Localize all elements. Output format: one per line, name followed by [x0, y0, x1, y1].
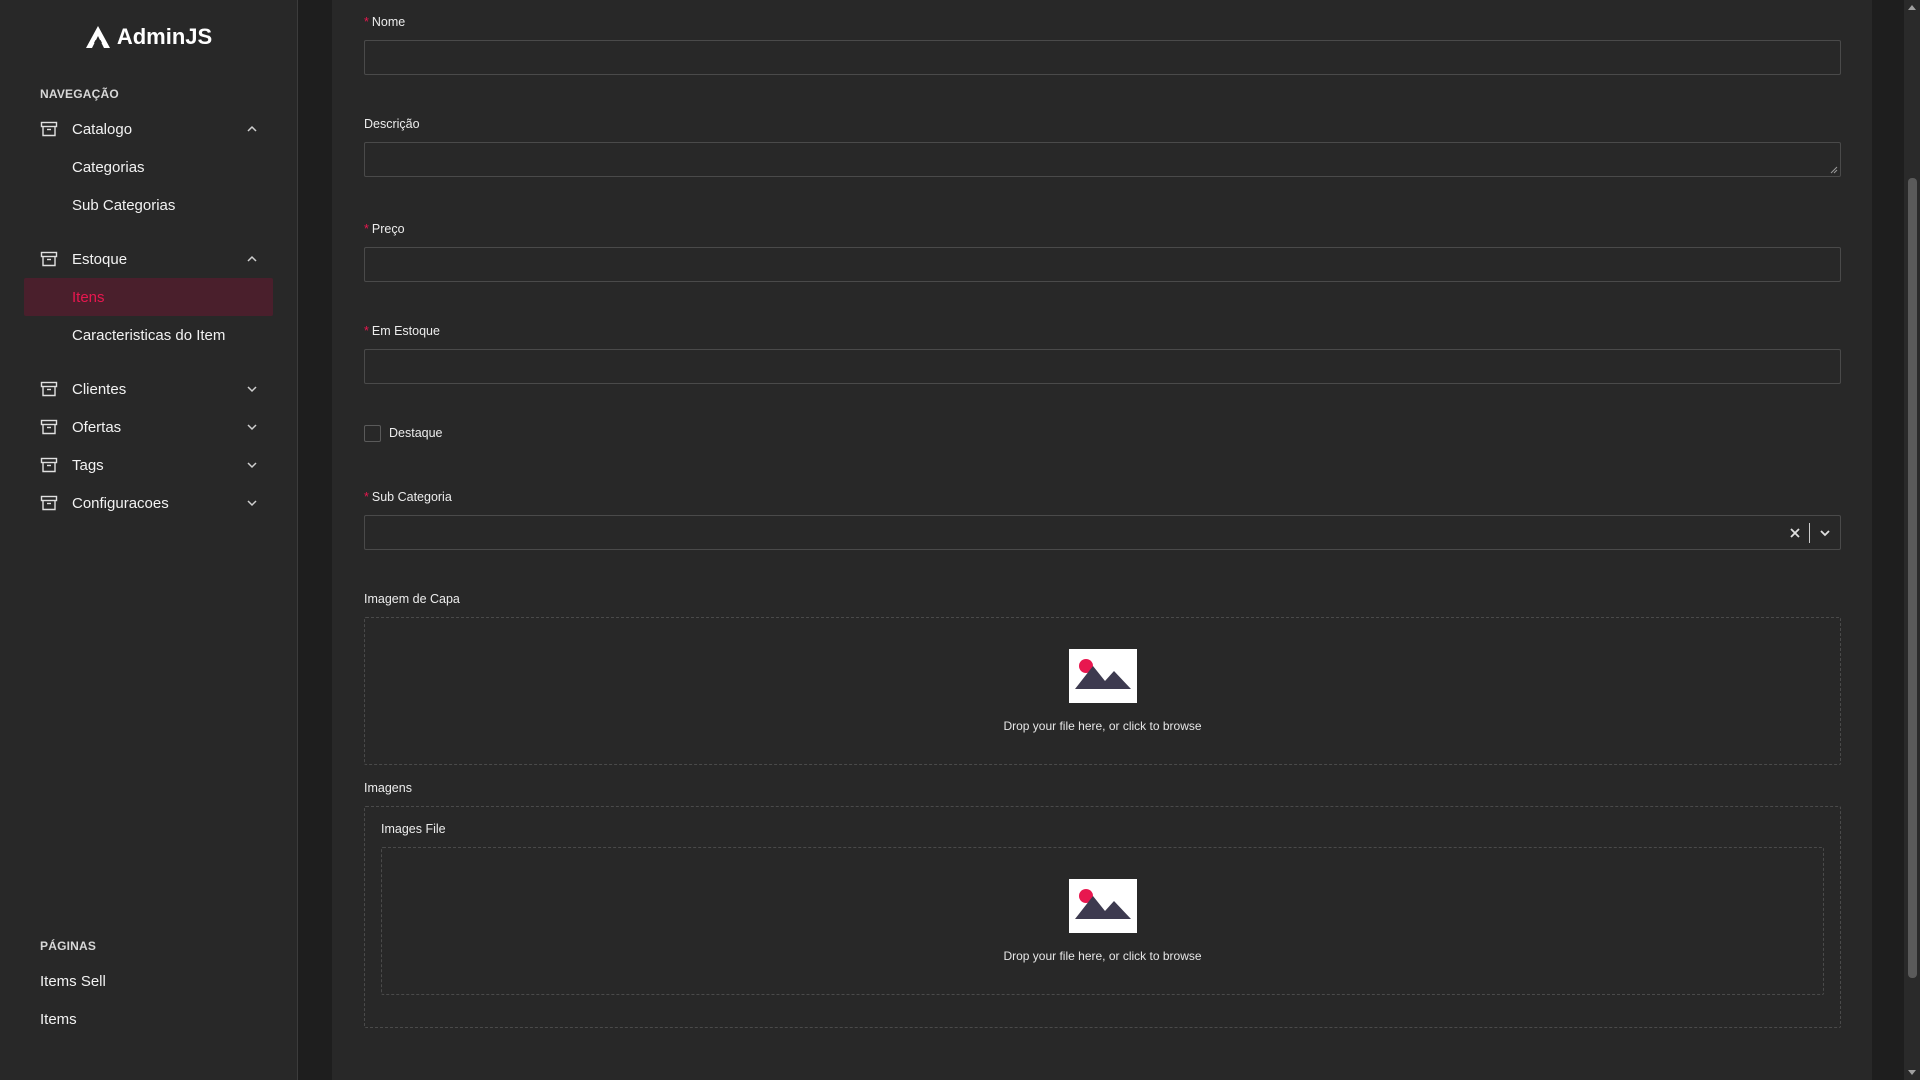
field-label: Imagens — [364, 781, 412, 795]
form-card: * Nome Descrição * Preço * Em Estoque Desta… — [332, 0, 1872, 1080]
sub-categoria-select[interactable] — [364, 515, 1841, 550]
images-file-dropzone[interactable]: Drop your file here, or click to browse — [381, 847, 1824, 995]
em-estoque-input[interactable] — [364, 349, 1841, 384]
page-item-items-sell[interactable]: Items Sell — [24, 962, 273, 1000]
field-imagens: Imagens Images File Drop your file here,… — [364, 778, 1841, 1028]
dropzone-text: Drop your file here, or click to browse — [1003, 719, 1202, 733]
sidebar-item-categorias[interactable]: Categorias — [24, 148, 273, 186]
chevron-down-icon — [247, 500, 257, 507]
sidebar-group-estoque[interactable]: Estoque — [24, 240, 273, 278]
sidebar-group-configuracoes[interactable]: Configuracoes — [24, 484, 273, 522]
required-marker: * — [364, 15, 369, 29]
chevron-down-icon — [247, 462, 257, 469]
field-preco: * Preço — [364, 219, 1841, 282]
chevron-down-icon — [247, 424, 257, 431]
chevron-down-icon[interactable] — [1818, 526, 1832, 540]
scroll-down-arrow-icon[interactable] — [1908, 1070, 1916, 1075]
sidebar-group-tags[interactable]: Tags — [24, 446, 273, 484]
sidebar-item-caracteristicas-do-item[interactable]: Caracteristicas do Item — [24, 316, 273, 354]
image-placeholder-icon — [1068, 649, 1137, 703]
scroll-up-arrow-icon[interactable] — [1908, 5, 1916, 10]
logo-text: AdminJS — [116, 24, 213, 49]
descricao-textarea[interactable] — [364, 142, 1841, 177]
sidebar-group-label: Ofertas — [72, 418, 122, 436]
required-marker: * — [364, 222, 369, 236]
field-nome: * Nome — [364, 12, 1841, 75]
destaque-label[interactable]: Destaque — [389, 423, 443, 443]
image-placeholder-icon — [1068, 879, 1137, 933]
page-item-items[interactable]: Items — [24, 1000, 273, 1038]
archive-icon — [40, 495, 58, 511]
field-destaque: Destaque — [364, 423, 1841, 443]
pages-section-label: PÁGINAS — [40, 939, 97, 953]
navigation-section-label: NAVEGAÇÃO — [40, 87, 119, 101]
imagem-capa-dropzone[interactable]: Drop your file here, or click to browse — [364, 617, 1841, 765]
field-label: * Preço — [364, 222, 405, 236]
sidebar-group-label: Catalogo — [72, 120, 133, 138]
field-descricao: Descrição — [364, 114, 1841, 177]
field-label: * Nome — [364, 15, 406, 29]
field-label: * Sub Categoria — [364, 490, 452, 504]
archive-icon — [40, 419, 58, 435]
archive-icon — [40, 121, 58, 137]
clear-icon[interactable] — [1789, 527, 1801, 539]
resize-handle-icon[interactable] — [1830, 166, 1838, 174]
archive-icon — [40, 251, 58, 267]
archive-icon — [40, 457, 58, 473]
images-file-label: Images File — [381, 822, 446, 836]
dropzone-text: Drop your file here, or click to browse — [1003, 949, 1202, 963]
sidebar-group-clientes[interactable]: Clientes — [24, 370, 273, 408]
archive-icon — [40, 381, 58, 397]
sidebar-group-label: Estoque — [72, 250, 128, 268]
adminjs-logo-icon — [85, 26, 110, 48]
sidebar-item-sub-categorias[interactable]: Sub Categorias — [24, 186, 273, 224]
chevron-down-icon — [247, 386, 257, 393]
sidebar-group-label: Configuracoes — [72, 494, 169, 512]
sidebar-group-label: Tags — [72, 456, 104, 474]
destaque-checkbox[interactable] — [364, 424, 381, 442]
sidebar-group-ofertas[interactable]: Ofertas — [24, 408, 273, 446]
scrollbar-thumb[interactable] — [1908, 178, 1917, 978]
field-sub-categoria: * Sub Categoria — [364, 487, 1841, 550]
logo[interactable]: AdminJS — [24, 0, 273, 72]
select-separator — [1809, 522, 1810, 543]
field-em-estoque: * Em Estoque — [364, 321, 1841, 384]
imagens-group: Images File Drop your file here, or clic… — [364, 806, 1841, 1028]
field-label: Imagem de Capa — [364, 592, 460, 606]
page-scrollbar[interactable] — [1904, 0, 1920, 1080]
sidebar-group-catalogo[interactable]: Catalogo — [24, 110, 273, 148]
field-imagem-de-capa: Imagem de Capa Drop your file here, or c… — [364, 589, 1841, 765]
required-marker: * — [364, 324, 369, 338]
pages-section: PÁGINAS Items Sell Items — [24, 936, 273, 1038]
destaque-row[interactable]: Destaque — [364, 423, 1841, 443]
chevron-up-icon — [247, 255, 257, 262]
field-label: * Em Estoque — [364, 324, 440, 338]
field-label: Descrição — [364, 117, 420, 131]
preco-input[interactable] — [364, 247, 1841, 282]
sidebar-group-label: Clientes — [72, 380, 127, 398]
sidebar: AdminJS NAVEGAÇÃO Catalogo Categorias Su… — [0, 0, 298, 1080]
chevron-up-icon — [247, 125, 257, 132]
sidebar-item-itens[interactable]: Itens — [24, 278, 273, 316]
nome-input[interactable] — [364, 40, 1841, 75]
required-marker: * — [364, 490, 369, 504]
